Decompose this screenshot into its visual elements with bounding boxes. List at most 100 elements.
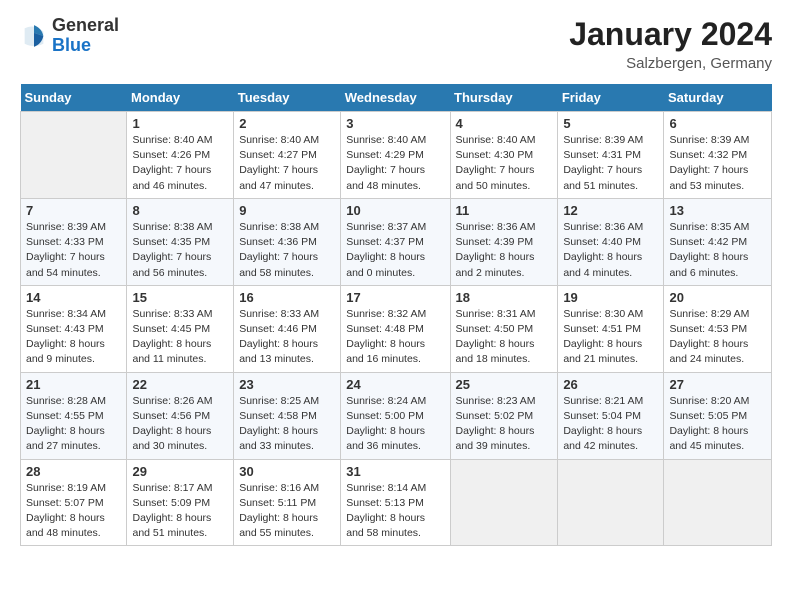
day-number: 5 [563, 116, 658, 131]
day-number: 7 [26, 203, 121, 218]
calendar-cell [450, 459, 558, 546]
day-info: Sunrise: 8:31 AMSunset: 4:50 PMDaylight:… [456, 307, 553, 368]
calendar-cell: 24 Sunrise: 8:24 AMSunset: 5:00 PMDayligh… [341, 372, 450, 459]
day-info: Sunrise: 8:33 AMSunset: 4:46 PMDaylight:… [239, 307, 335, 368]
day-number: 12 [563, 203, 658, 218]
day-info: Sunrise: 8:16 AMSunset: 5:11 PMDaylight:… [239, 481, 335, 542]
day-info: Sunrise: 8:36 AMSunset: 4:39 PMDaylight:… [456, 220, 553, 281]
header-wednesday: Wednesday [341, 84, 450, 112]
day-number: 31 [346, 464, 444, 479]
calendar-cell: 11 Sunrise: 8:36 AMSunset: 4:39 PMDayligh… [450, 198, 558, 285]
day-info: Sunrise: 8:40 AMSunset: 4:27 PMDaylight:… [239, 133, 335, 194]
day-number: 29 [132, 464, 228, 479]
day-info: Sunrise: 8:32 AMSunset: 4:48 PMDaylight:… [346, 307, 444, 368]
logo: General Blue [20, 16, 119, 56]
day-number: 20 [669, 290, 766, 305]
day-info: Sunrise: 8:35 AMSunset: 4:42 PMDaylight:… [669, 220, 766, 281]
calendar-cell [21, 112, 127, 199]
day-number: 1 [132, 116, 228, 131]
calendar-cell: 15Sunrise: 8:33 AMSunset: 4:45 PMDayligh… [127, 285, 234, 372]
calendar-cell: 2 Sunrise: 8:40 AMSunset: 4:27 PMDaylight… [234, 112, 341, 199]
calendar-cell [664, 459, 772, 546]
day-info: Sunrise: 8:39 AMSunset: 4:31 PMDaylight:… [563, 133, 658, 194]
day-info: Sunrise: 8:30 AMSunset: 4:51 PMDaylight:… [563, 307, 658, 368]
calendar-cell: 28 Sunrise: 8:19 AMSunset: 5:07 PMDayligh… [21, 459, 127, 546]
calendar-cell: 26 Sunrise: 8:21 AMSunset: 5:04 PMDayligh… [558, 372, 664, 459]
day-info: Sunrise: 8:17 AMSunset: 5:09 PMDaylight:… [132, 481, 228, 542]
calendar-cell: 31 Sunrise: 8:14 AMSunset: 5:13 PMDayligh… [341, 459, 450, 546]
calendar-table: SundayMondayTuesdayWednesdayThursdayFrid… [20, 84, 772, 546]
day-number: 10 [346, 203, 444, 218]
day-info: Sunrise: 8:21 AMSunset: 5:04 PMDaylight:… [563, 394, 658, 455]
day-number: 26 [563, 377, 658, 392]
day-number: 16 [239, 290, 335, 305]
day-info: Sunrise: 8:20 AMSunset: 5:05 PMDaylight:… [669, 394, 766, 455]
calendar-week-3: 14Sunrise: 8:34 AMSunset: 4:43 PMDayligh… [21, 285, 772, 372]
calendar-cell: 13 Sunrise: 8:35 AMSunset: 4:42 PMDayligh… [664, 198, 772, 285]
day-info: Sunrise: 8:39 AMSunset: 4:32 PMDaylight:… [669, 133, 766, 194]
day-number: 4 [456, 116, 553, 131]
logo-text: General Blue [52, 16, 119, 56]
calendar-cell: 16 Sunrise: 8:33 AMSunset: 4:46 PMDayligh… [234, 285, 341, 372]
header-tuesday: Tuesday [234, 84, 341, 112]
calendar-cell: 3Sunrise: 8:40 AMSunset: 4:29 PMDaylight… [341, 112, 450, 199]
day-number: 18 [456, 290, 553, 305]
day-number: 2 [239, 116, 335, 131]
calendar-cell: 23 Sunrise: 8:25 AMSunset: 4:58 PMDayligh… [234, 372, 341, 459]
day-info: Sunrise: 8:38 AMSunset: 4:35 PMDaylight:… [132, 220, 228, 281]
calendar-week-4: 21 Sunrise: 8:28 AMSunset: 4:55 PMDayligh… [21, 372, 772, 459]
calendar-cell: 7 Sunrise: 8:39 AMSunset: 4:33 PMDaylight… [21, 198, 127, 285]
logo-blue-text: Blue [52, 36, 119, 56]
day-number: 21 [26, 377, 121, 392]
day-number: 6 [669, 116, 766, 131]
calendar-cell: 12Sunrise: 8:36 AMSunset: 4:40 PMDayligh… [558, 198, 664, 285]
calendar-cell: 1Sunrise: 8:40 AMSunset: 4:26 PMDaylight… [127, 112, 234, 199]
day-info: Sunrise: 8:19 AMSunset: 5:07 PMDaylight:… [26, 481, 121, 542]
header-monday: Monday [127, 84, 234, 112]
day-number: 14 [26, 290, 121, 305]
logo-general-text: General [52, 16, 119, 36]
header-friday: Friday [558, 84, 664, 112]
calendar-cell: 14Sunrise: 8:34 AMSunset: 4:43 PMDayligh… [21, 285, 127, 372]
day-number: 23 [239, 377, 335, 392]
day-info: Sunrise: 8:40 AMSunset: 4:30 PMDaylight:… [456, 133, 553, 194]
day-info: Sunrise: 8:39 AMSunset: 4:33 PMDaylight:… [26, 220, 121, 281]
day-number: 28 [26, 464, 121, 479]
day-number: 17 [346, 290, 444, 305]
day-number: 19 [563, 290, 658, 305]
calendar-cell: 29 Sunrise: 8:17 AMSunset: 5:09 PMDayligh… [127, 459, 234, 546]
calendar-cell: 19 Sunrise: 8:30 AMSunset: 4:51 PMDayligh… [558, 285, 664, 372]
day-info: Sunrise: 8:24 AMSunset: 5:00 PMDaylight:… [346, 394, 444, 455]
day-info: Sunrise: 8:33 AMSunset: 4:45 PMDaylight:… [132, 307, 228, 368]
page-header: General Blue January 2024 Salzbergen, Ge… [20, 16, 772, 72]
calendar-cell: 4 Sunrise: 8:40 AMSunset: 4:30 PMDaylight… [450, 112, 558, 199]
day-info: Sunrise: 8:38 AMSunset: 4:36 PMDaylight:… [239, 220, 335, 281]
calendar-cell: 17 Sunrise: 8:32 AMSunset: 4:48 PMDayligh… [341, 285, 450, 372]
day-number: 27 [669, 377, 766, 392]
day-info: Sunrise: 8:14 AMSunset: 5:13 PMDaylight:… [346, 481, 444, 542]
calendar-cell: 8Sunrise: 8:38 AMSunset: 4:35 PMDaylight… [127, 198, 234, 285]
calendar-cell: 25 Sunrise: 8:23 AMSunset: 5:02 PMDayligh… [450, 372, 558, 459]
calendar-week-1: 1Sunrise: 8:40 AMSunset: 4:26 PMDaylight… [21, 112, 772, 199]
calendar-cell: 18 Sunrise: 8:31 AMSunset: 4:50 PMDayligh… [450, 285, 558, 372]
location-subtitle: Salzbergen, Germany [569, 55, 772, 72]
day-info: Sunrise: 8:37 AMSunset: 4:37 PMDaylight:… [346, 220, 444, 281]
calendar-cell: 21 Sunrise: 8:28 AMSunset: 4:55 PMDayligh… [21, 372, 127, 459]
calendar-cell: 5 Sunrise: 8:39 AMSunset: 4:31 PMDaylight… [558, 112, 664, 199]
day-info: Sunrise: 8:28 AMSunset: 4:55 PMDaylight:… [26, 394, 121, 455]
day-number: 9 [239, 203, 335, 218]
day-info: Sunrise: 8:25 AMSunset: 4:58 PMDaylight:… [239, 394, 335, 455]
day-number: 13 [669, 203, 766, 218]
calendar-cell: 30Sunrise: 8:16 AMSunset: 5:11 PMDayligh… [234, 459, 341, 546]
calendar-cell: 27 Sunrise: 8:20 AMSunset: 5:05 PMDayligh… [664, 372, 772, 459]
calendar-cell: 6 Sunrise: 8:39 AMSunset: 4:32 PMDaylight… [664, 112, 772, 199]
day-info: Sunrise: 8:23 AMSunset: 5:02 PMDaylight:… [456, 394, 553, 455]
calendar-week-2: 7 Sunrise: 8:39 AMSunset: 4:33 PMDaylight… [21, 198, 772, 285]
day-number: 24 [346, 377, 444, 392]
day-number: 22 [132, 377, 228, 392]
day-info: Sunrise: 8:26 AMSunset: 4:56 PMDaylight:… [132, 394, 228, 455]
day-info: Sunrise: 8:40 AMSunset: 4:29 PMDaylight:… [346, 133, 444, 194]
day-number: 25 [456, 377, 553, 392]
day-number: 11 [456, 203, 553, 218]
month-year-title: January 2024 [569, 16, 772, 53]
